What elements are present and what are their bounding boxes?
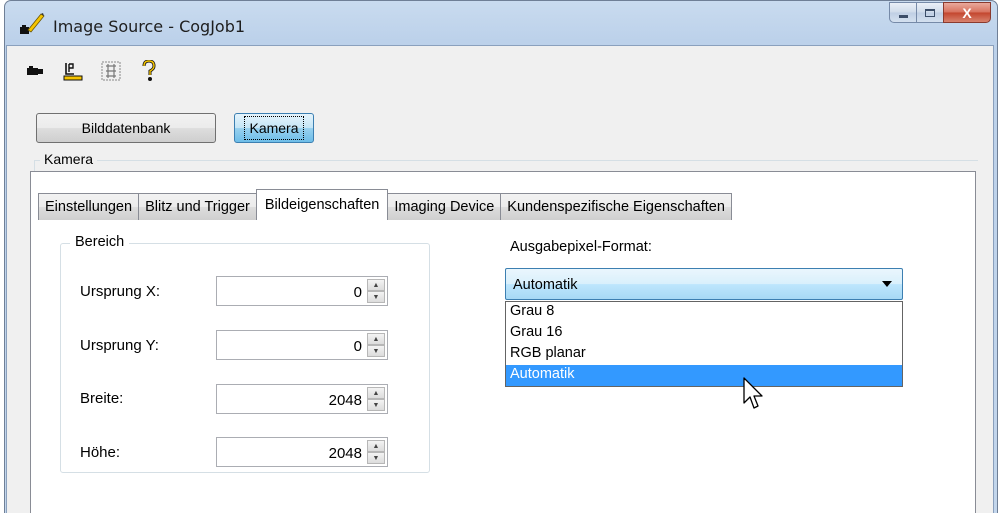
spin-up-icon[interactable]: ▲ (367, 279, 385, 291)
camera-icon[interactable] (24, 60, 46, 82)
tab-label: Einstellungen (45, 199, 133, 215)
spin-down-icon[interactable]: ▼ (367, 345, 385, 357)
kamera-button[interactable]: Kamera (234, 113, 314, 143)
image-source-icon (20, 13, 45, 34)
ausgabepixel-format-label: Ausgabepixel-Format: (510, 239, 652, 255)
tab-label: Imaging Device (394, 199, 495, 215)
format-selected-value: Automatik (513, 277, 578, 293)
ursprung-y-value: 0 (353, 338, 362, 355)
tab-label: Kundenspezifische Eigenschaften (507, 199, 725, 215)
close-button[interactable]: X (943, 2, 991, 23)
title-bar[interactable]: Image Source - CogJob1 X (5, 1, 997, 46)
help-icon[interactable] (138, 60, 160, 82)
ursprung-x-spinner[interactable]: 0 ▲ ▼ (216, 276, 388, 306)
spin-down-icon[interactable]: ▼ (367, 291, 385, 303)
ausgabepixel-format-select[interactable]: Automatik (505, 268, 903, 300)
chevron-down-icon (882, 281, 892, 287)
breite-label: Breite: (80, 390, 124, 407)
maximize-button[interactable] (916, 2, 943, 23)
tab-einstellungen[interactable]: Einstellungen (38, 193, 140, 220)
maximize-icon (925, 8, 935, 17)
region-grid-icon[interactable] (100, 60, 122, 82)
format-option-rgb-planar[interactable]: RGB planar (506, 344, 902, 365)
caption-buttons: X (889, 2, 991, 23)
close-icon: X (962, 4, 972, 21)
format-option-automatik[interactable]: Automatik (506, 365, 902, 386)
ursprung-x-value: 0 (353, 284, 362, 301)
ursprung-y-spinner[interactable]: 0 ▲ ▼ (216, 330, 388, 360)
spin-up-icon[interactable]: ▲ (367, 333, 385, 345)
tab-label: Blitz und Trigger (145, 199, 250, 215)
window-title: Image Source - CogJob1 (53, 17, 246, 36)
bilddatenbank-label: Bilddatenbank (81, 120, 171, 136)
tab-label: Bildeigenschaften (264, 197, 380, 213)
ursprung-x-label: Ursprung X: (80, 283, 161, 300)
spin-up-icon[interactable]: ▲ (367, 440, 385, 452)
spin-up-icon[interactable]: ▲ (367, 387, 385, 399)
tab-kundenspezifische-eigenschaften[interactable]: Kundenspezifische Eigenschaften (500, 193, 732, 220)
spin-down-icon[interactable]: ▼ (367, 399, 385, 411)
tab-strip: Einstellungen Blitz und Trigger Bildeige… (38, 189, 732, 220)
tab-blitz-und-trigger[interactable]: Blitz und Trigger (138, 193, 257, 220)
mouse-cursor-icon (743, 377, 763, 409)
format-option-grau-16[interactable]: Grau 16 (506, 323, 902, 344)
kamera-button-label: Kamera (244, 116, 304, 140)
hoehe-spinner[interactable]: 2048 ▲ ▼ (216, 437, 388, 467)
bilddatenbank-button[interactable]: Bilddatenbank (36, 113, 216, 143)
bereich-label: Bereich (70, 234, 130, 250)
tab-bildeigenschaften[interactable]: Bildeigenschaften (255, 189, 389, 220)
minimize-button[interactable] (889, 2, 916, 23)
spin-down-icon[interactable]: ▼ (367, 452, 385, 464)
format-option-grau-8[interactable]: Grau 8 (506, 302, 902, 323)
format-dropdown-list: Grau 8 Grau 16 RGB planar Automatik (505, 301, 903, 387)
kamera-group-label: Kamera (40, 151, 98, 167)
breite-value: 2048 (328, 392, 362, 409)
hoehe-value: 2048 (328, 445, 362, 462)
hoehe-label: Höhe: (80, 444, 121, 461)
text-tool-icon[interactable] (62, 60, 84, 82)
toolbar (24, 60, 160, 82)
minimize-icon (898, 15, 908, 18)
breite-spinner[interactable]: 2048 ▲ ▼ (216, 384, 388, 414)
tab-imaging-device[interactable]: Imaging Device (387, 193, 502, 220)
ursprung-y-label: Ursprung Y: (80, 337, 159, 354)
